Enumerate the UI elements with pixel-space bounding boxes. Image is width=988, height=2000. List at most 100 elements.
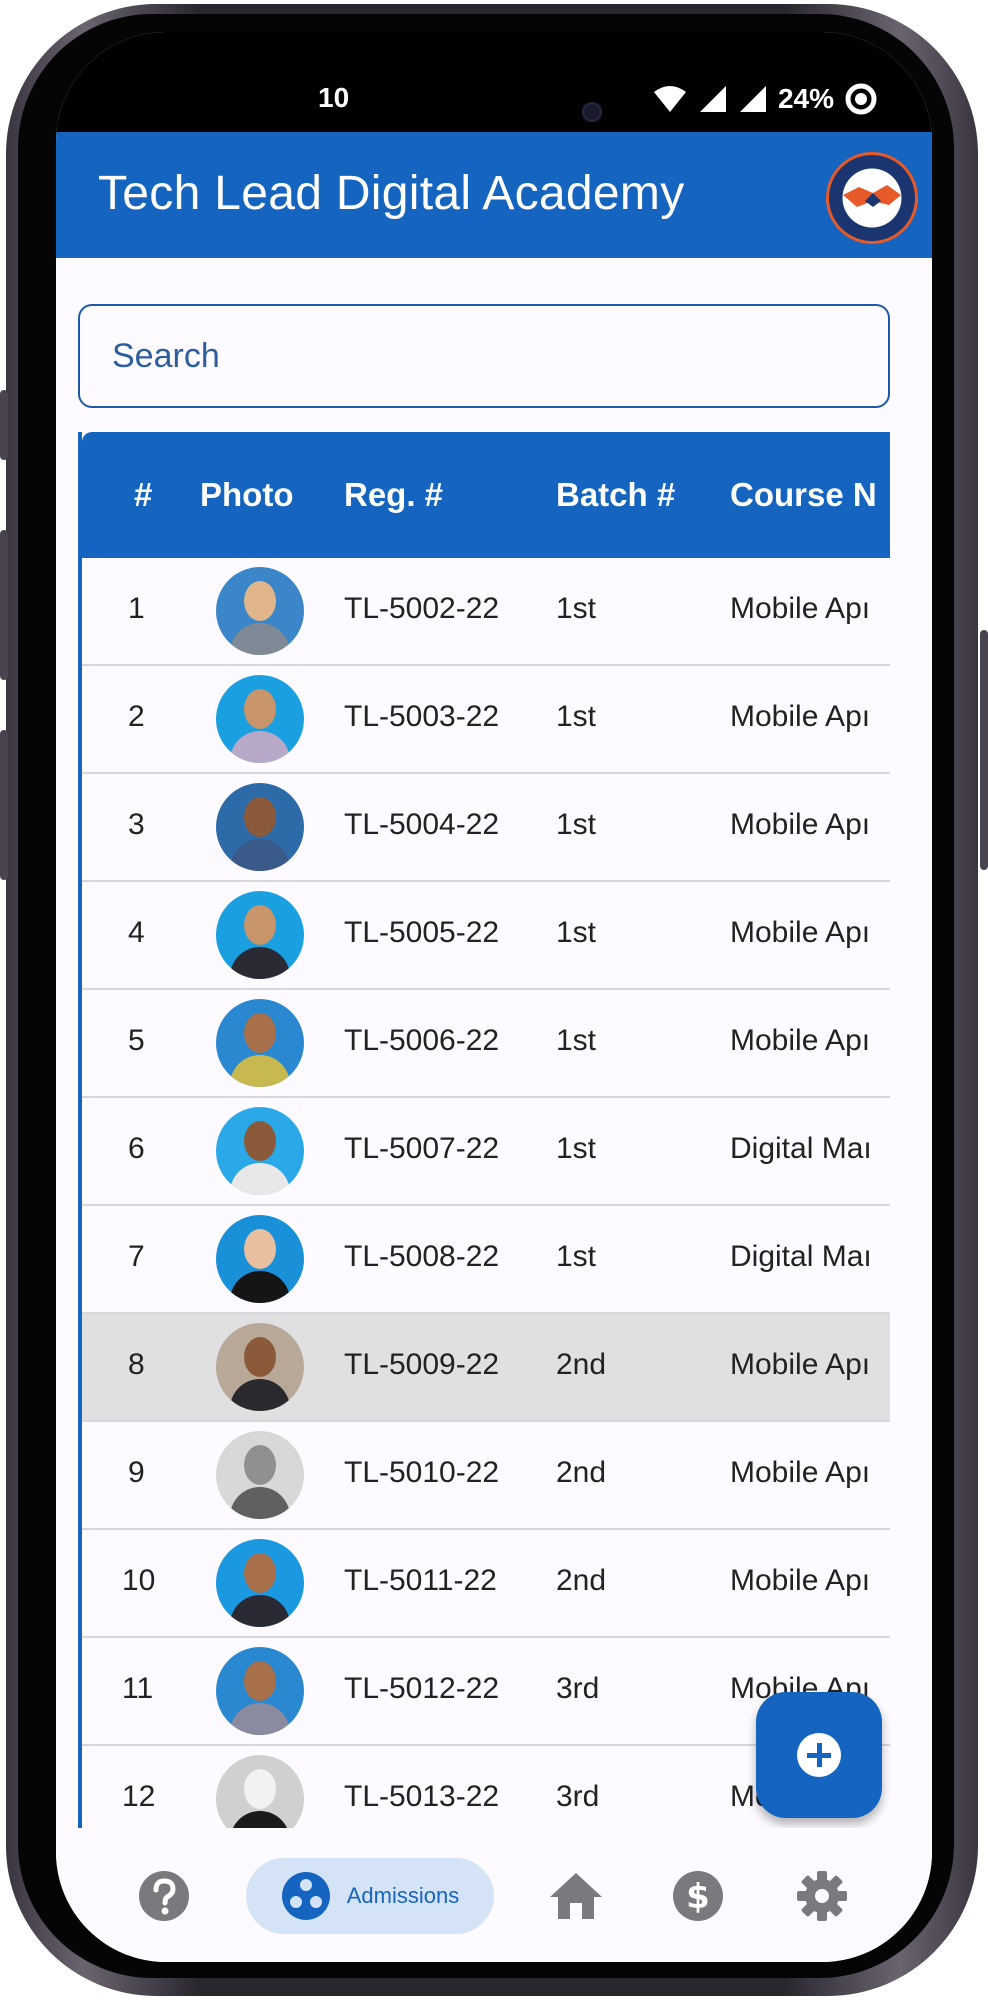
settings-icon xyxy=(797,1871,847,1921)
row-number: 7 xyxy=(128,1240,145,1273)
nav-home[interactable] xyxy=(526,1858,626,1934)
add-admission-button[interactable] xyxy=(756,1692,882,1818)
student-photo xyxy=(216,1647,304,1735)
reg-number: TL-5009-22 xyxy=(344,1348,500,1381)
reg-number: TL-5012-22 xyxy=(344,1672,500,1705)
batch-number: 1st xyxy=(556,1024,597,1057)
batch-number: 2nd xyxy=(556,1564,607,1597)
reg-number: TL-5010-22 xyxy=(344,1456,500,1489)
student-photo xyxy=(216,567,304,655)
header-batch: Batch # xyxy=(556,476,676,513)
header-photo: Photo xyxy=(200,476,294,513)
table-row[interactable]: 10 TL-5011-22 2nd Mobile Apı xyxy=(82,1530,890,1638)
header-reg: Reg. # xyxy=(344,476,444,513)
row-number: 6 xyxy=(128,1132,145,1165)
table-row[interactable]: 8 TL-5009-22 2nd Mobile Apı xyxy=(82,1314,890,1422)
home-icon xyxy=(550,1873,602,1919)
admissions-table: # Photo Reg. # Batch # Course N 1 TL-5002… xyxy=(78,432,890,1882)
reg-number: TL-5003-22 xyxy=(344,700,500,733)
row-number: 9 xyxy=(128,1456,145,1489)
student-photo xyxy=(216,1215,304,1303)
app-bar: Tech Lead Digital Academy xyxy=(56,132,932,258)
svg-text:$: $ xyxy=(686,1877,710,1917)
signal-icon-2 xyxy=(739,86,766,112)
nav-settings[interactable] xyxy=(772,1858,872,1934)
table-body: 1 TL-5002-22 1st Mobile Apı 2 TL-5003-22 1st Mo… xyxy=(82,558,890,1854)
course-name: Mobile Apı xyxy=(730,1348,871,1381)
table-header: # Photo Reg. # Batch # Course N xyxy=(82,432,890,558)
student-photo xyxy=(216,1107,304,1195)
row-number: 10 xyxy=(122,1564,156,1597)
batch-number: 1st xyxy=(556,592,597,625)
status-bar: 10 24% xyxy=(56,32,932,152)
header-number: # xyxy=(134,476,153,513)
row-number: 1 xyxy=(128,592,145,625)
row-number: 2 xyxy=(128,700,145,733)
row-number: 11 xyxy=(122,1672,154,1705)
student-photo xyxy=(216,1539,304,1627)
course-name: Digital Maı xyxy=(730,1132,872,1165)
app-title: Tech Lead Digital Academy xyxy=(98,167,685,220)
row-number: 3 xyxy=(128,808,145,841)
course-name: Mobile Apı xyxy=(730,1564,871,1597)
nav-fees[interactable]: $ xyxy=(648,1858,748,1934)
phone-power-button xyxy=(980,630,988,870)
table-row[interactable]: 4 TL-5005-22 1st Mobile Apı xyxy=(82,882,890,990)
row-number: 8 xyxy=(128,1348,145,1381)
search-input[interactable] xyxy=(80,335,888,377)
row-number: 5 xyxy=(128,1024,145,1057)
batch-number: 1st xyxy=(556,1240,597,1273)
student-photo xyxy=(216,783,304,871)
phone-screen: 10 24% Tech Lead Digital Academy Search … xyxy=(56,32,932,1962)
battery-icon xyxy=(845,83,877,115)
admissions-icon xyxy=(281,1872,330,1920)
help-icon xyxy=(139,1871,189,1921)
course-name: Mobile Apı xyxy=(730,808,871,841)
table-row[interactable]: 5 TL-5006-22 1st Mobile Apı xyxy=(82,990,890,1098)
nav-admissions[interactable]: Admissions xyxy=(246,1858,494,1934)
phone-mute-switch xyxy=(0,390,8,460)
batch-number: 1st xyxy=(556,808,597,841)
nav-admissions-label: Admissions xyxy=(346,1883,460,1908)
course-name: Mobile Apı xyxy=(730,592,871,625)
reg-number: TL-5002-22 xyxy=(344,592,500,625)
table-row[interactable]: 6 TL-5007-22 1st Digital Maı xyxy=(82,1098,890,1206)
table-row[interactable]: 9 TL-5010-22 2nd Mobile Apı xyxy=(82,1422,890,1530)
reg-number: TL-5006-22 xyxy=(344,1024,500,1057)
row-number: 12 xyxy=(122,1780,156,1813)
phone-volume-up xyxy=(0,530,8,680)
status-icons: 24% xyxy=(652,82,878,116)
batch-number: 2nd xyxy=(556,1456,607,1489)
academy-logo xyxy=(826,152,918,244)
table-row[interactable]: 2 TL-5003-22 1st Mobile Apı xyxy=(82,666,890,774)
student-photo xyxy=(216,891,304,979)
reg-number: TL-5011-22 xyxy=(344,1564,497,1597)
add-circle-icon xyxy=(797,1733,841,1777)
search-field[interactable] xyxy=(78,304,890,408)
course-name: Mobile Apı xyxy=(730,1024,871,1057)
batch-number: 1st xyxy=(556,700,597,733)
batch-number: 1st xyxy=(556,916,597,949)
reg-number: TL-5004-22 xyxy=(344,808,500,841)
table-row[interactable]: 7 TL-5008-22 1st Digital Maı xyxy=(82,1206,890,1314)
front-camera xyxy=(582,102,602,122)
handshake-icon xyxy=(843,185,901,207)
dollar-icon: $ xyxy=(673,1871,723,1921)
status-time: 10 xyxy=(318,82,350,113)
reg-number: TL-5007-22 xyxy=(344,1132,500,1165)
table-row[interactable]: 3 TL-5004-22 1st Mobile Apı xyxy=(82,774,890,882)
header-course: Course N xyxy=(730,476,877,513)
course-name: Mobile Apı xyxy=(730,700,871,733)
batch-number: 3rd xyxy=(556,1780,600,1813)
student-photo xyxy=(216,1323,304,1411)
student-photo xyxy=(216,1431,304,1519)
course-name: Digital Maı xyxy=(730,1240,872,1273)
table-row[interactable]: 1 TL-5002-22 1st Mobile Apı xyxy=(82,558,890,666)
bottom-navigation: Admissions $ xyxy=(56,1828,932,1962)
batch-number: 3rd xyxy=(556,1672,600,1705)
reg-number: TL-5005-22 xyxy=(344,916,500,949)
nav-help[interactable] xyxy=(114,1858,214,1934)
student-photo xyxy=(216,675,304,763)
row-number: 4 xyxy=(128,916,145,949)
batch-number: 1st xyxy=(556,1132,597,1165)
